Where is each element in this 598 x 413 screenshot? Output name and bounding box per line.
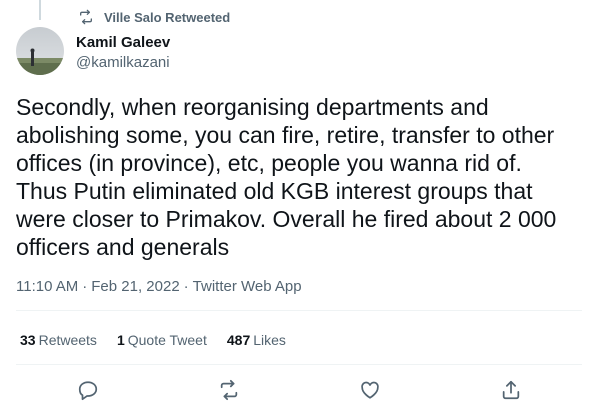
retweet-context-text[interactable]: Ville Salo Retweeted (104, 10, 230, 25)
quote-tweets-count: 1 (116, 332, 125, 348)
retweets-count: 33 (20, 332, 36, 348)
tweet-meta: 11:10 AM · Feb 21, 2022 · Twitter Web Ap… (16, 278, 302, 295)
retweet-button[interactable] (217, 378, 241, 402)
like-button[interactable] (358, 378, 382, 402)
tweet-time[interactable]: 11:10 AM (16, 278, 78, 295)
likes-label: Likes (253, 332, 286, 348)
retweets-label: Retweets (38, 332, 97, 348)
meta-separator: · (82, 278, 88, 295)
divider (16, 310, 582, 311)
retweets-stat[interactable]: 33 Retweets (20, 332, 97, 348)
reply-button[interactable] (76, 378, 100, 402)
tweet-text: Secondly, when reorganising departments … (16, 94, 557, 260)
avatar[interactable] (16, 27, 64, 75)
like-icon (361, 381, 379, 399)
reply-icon (78, 381, 98, 401)
likes-count: 487 (226, 332, 251, 348)
retweet-icon (80, 9, 92, 25)
tweet-actions (0, 378, 598, 402)
share-icon (502, 380, 520, 400)
retweet-context: Ville Salo Retweeted (78, 8, 230, 26)
meta-separator: · (183, 278, 189, 295)
author-handle[interactable]: @kamilkazani (76, 54, 170, 71)
divider (16, 364, 582, 365)
quote-tweets-label: Quote Tweet (127, 332, 207, 348)
likes-stat[interactable]: 487 Likes (227, 332, 286, 348)
quote-tweets-stat[interactable]: 1 Quote Tweet (117, 332, 207, 348)
retweet-icon (220, 379, 238, 401)
tweet-stats: 33 Retweets 1 Quote Tweet 487 Likes (20, 332, 286, 348)
thread-connector-line (39, 0, 41, 20)
share-button[interactable] (499, 378, 523, 402)
author-name[interactable]: Kamil Galeev (76, 34, 170, 51)
tweet-date[interactable]: Feb 21, 2022 (91, 278, 179, 295)
tweet-source[interactable]: Twitter Web App (193, 278, 302, 295)
